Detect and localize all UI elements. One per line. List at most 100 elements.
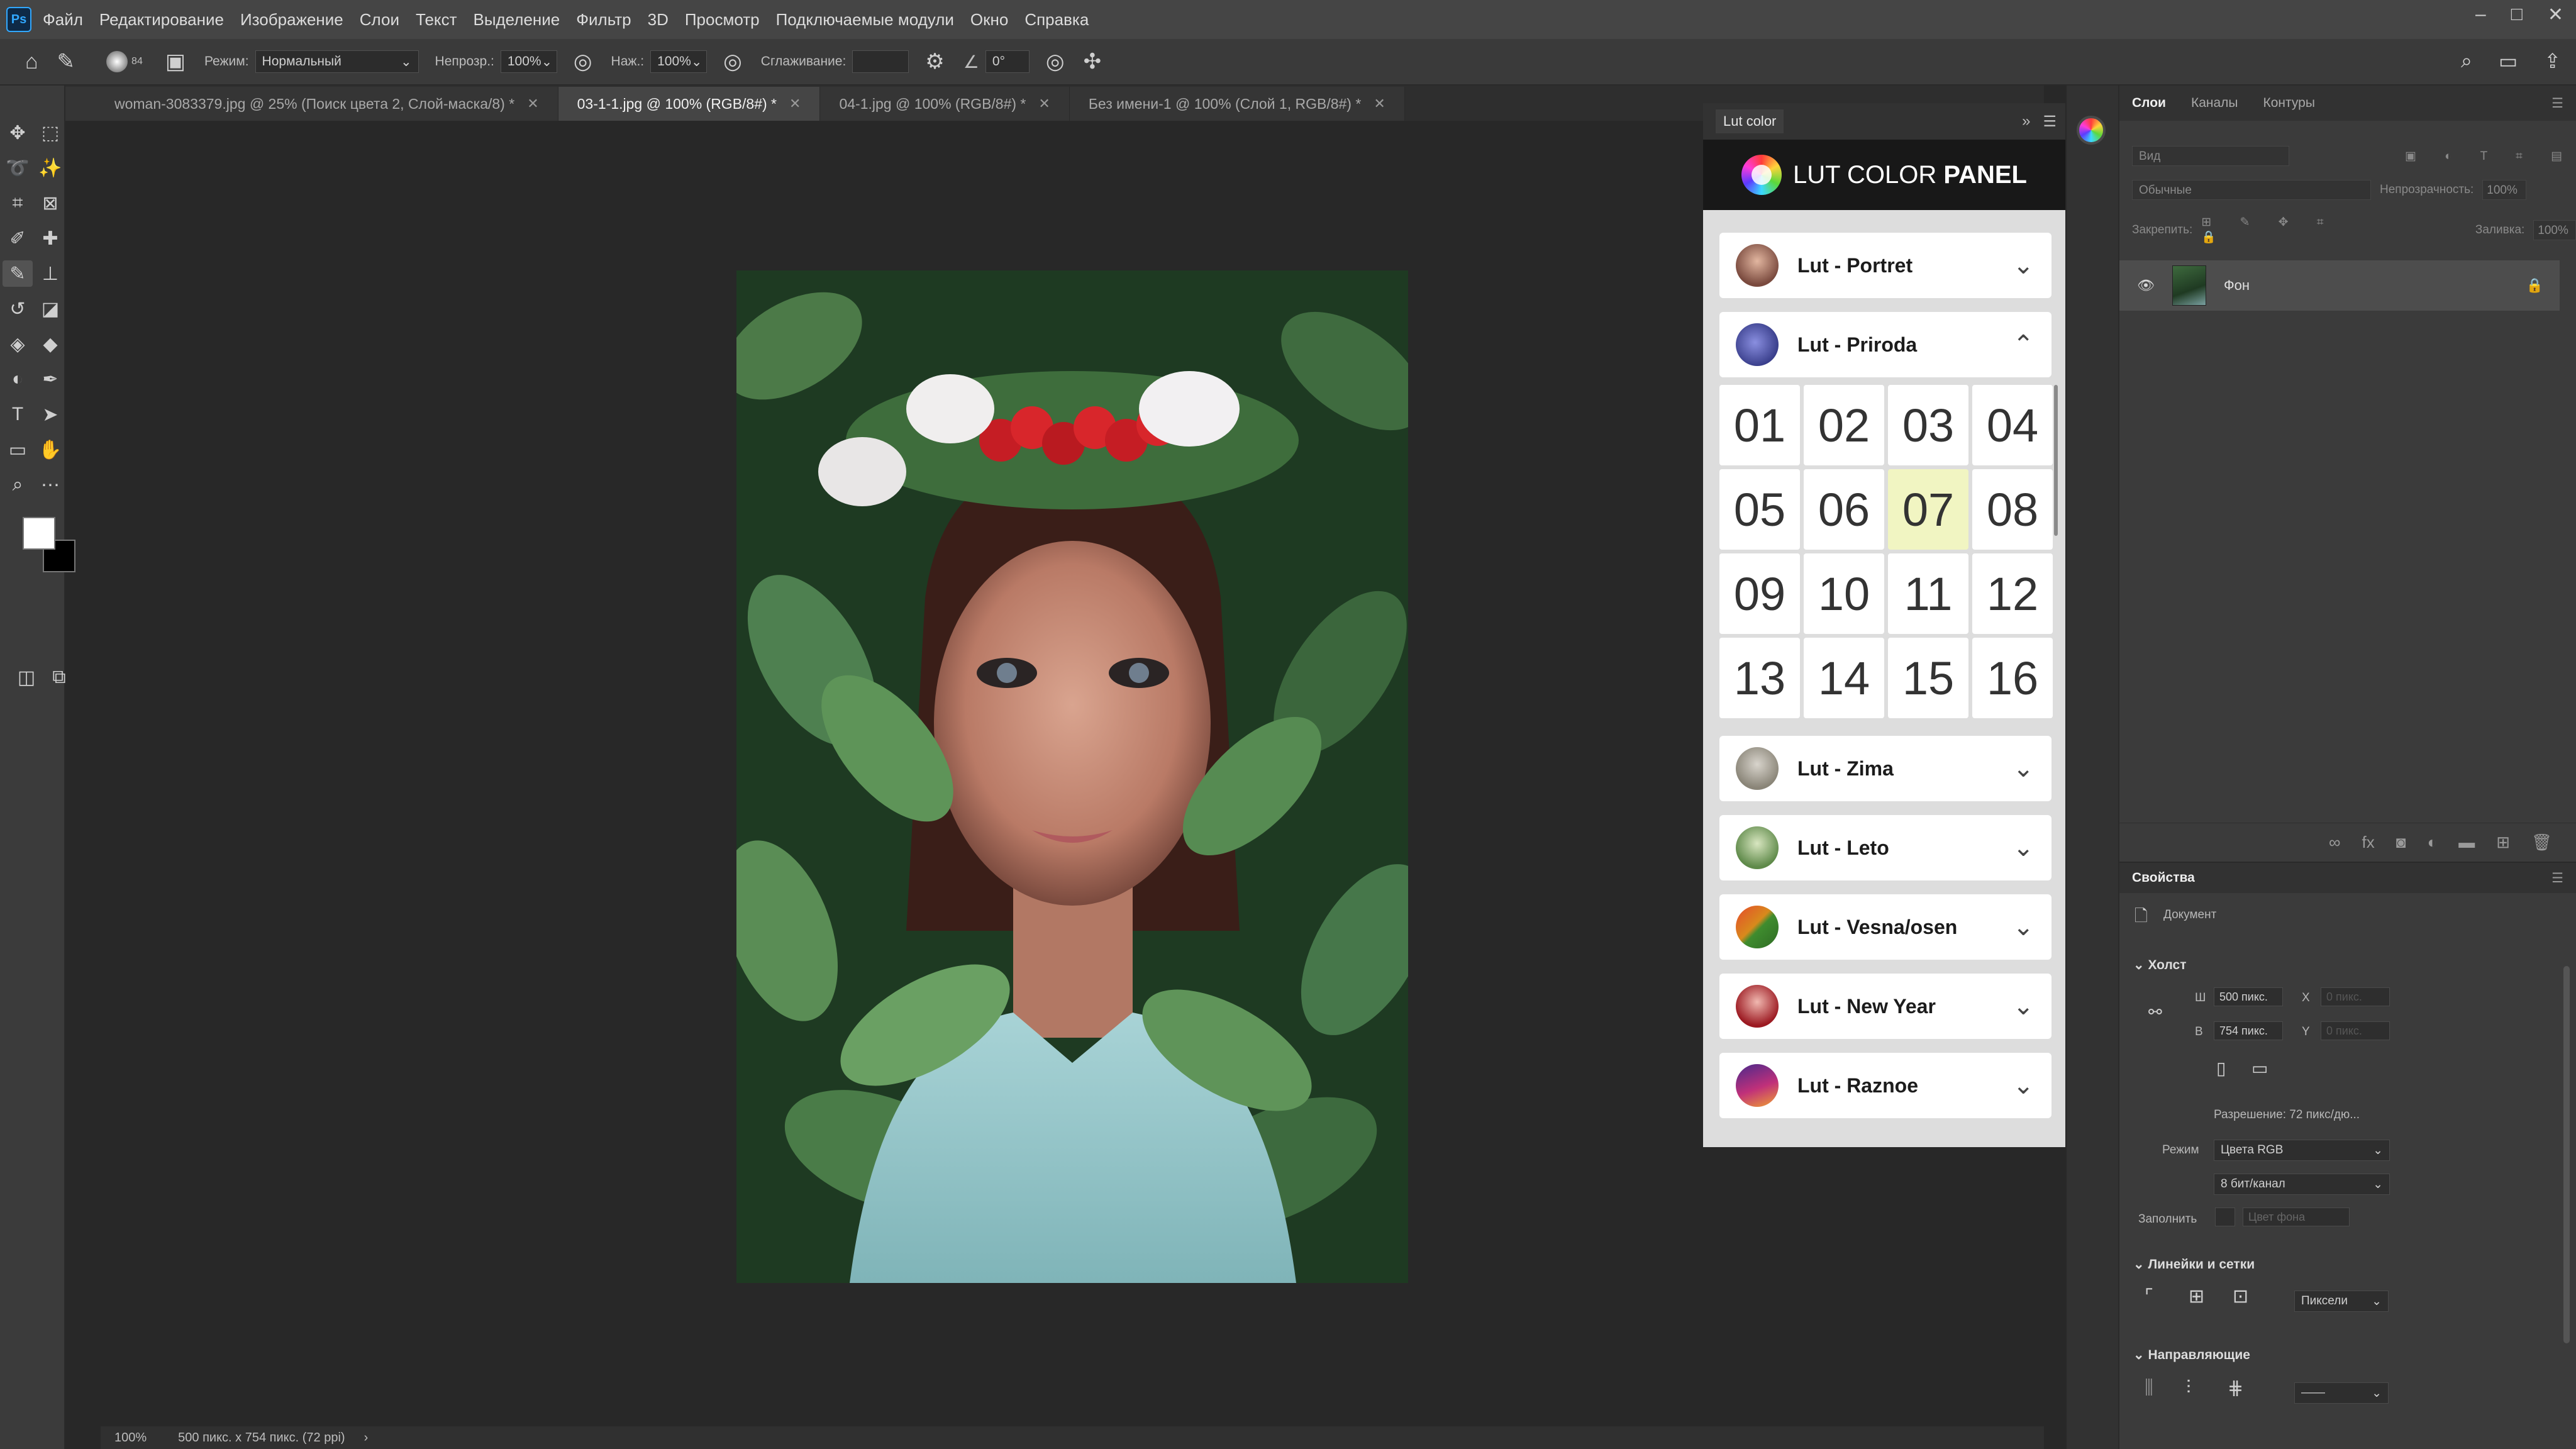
brush-settings-icon[interactable]: ▣ [165,49,186,74]
menu-select[interactable]: Выделение [473,10,560,30]
pixel-grid-icon[interactable]: ⊡ [2233,1285,2248,1307]
lut-preset-08[interactable]: 08 [1972,469,2053,550]
lut-preset-11[interactable]: 11 [1888,553,1968,634]
lut-preset-10[interactable]: 10 [1804,553,1884,634]
status-arrow[interactable]: › [364,1431,369,1445]
lut-preset-06[interactable]: 06 [1804,469,1884,550]
chevron-down-icon[interactable]: ⌄ [2012,754,2034,783]
doc-tab-untitled[interactable]: Без имени-1 @ 100% (Слой 1, RGB/8#) * ✕ [1069,87,1405,121]
chevron-down-icon[interactable]: ⌄ [2012,992,2034,1021]
lut-grid-scrollbar[interactable] [2054,385,2058,536]
doc-tab-woman[interactable]: woman-3083379.jpg @ 25% (Поиск цвета 2, … [65,87,558,121]
blur-tool-icon[interactable]: ◆ [35,331,65,357]
brush-tool-icon[interactable]: ✎ [57,49,75,74]
color-mode-select[interactable]: Цвета RGB ⌄ [2214,1140,2390,1161]
fx-icon[interactable]: fx [2362,833,2375,852]
guides-section-header[interactable]: ⌄ Направляющие [2133,1347,2250,1363]
layer-row-background[interactable]: 👁 Фон 🔒 [2119,260,2560,311]
link-layers-icon[interactable]: ∞ [2329,833,2341,852]
lut-preset-07[interactable]: 07 [1888,469,1968,550]
chevron-down-icon[interactable]: ⌄ [2012,1071,2034,1100]
workspace-icon[interactable]: ▭ [2499,49,2518,73]
fill-select[interactable]: Цвет фона [2243,1208,2350,1226]
frame-tool-icon[interactable]: ⊠ [35,190,65,216]
lasso-tool-icon[interactable]: ➰ [3,155,33,181]
tab-layers[interactable]: Слои [2132,96,2166,111]
panel-menu-icon[interactable]: ☰ [2551,96,2563,111]
pressure-size-icon[interactable]: ◎ [1046,49,1065,74]
rulers-section-header[interactable]: ⌄ Линейки и сетки [2133,1257,2255,1272]
canvas-section-header[interactable]: ⌄ Холст [2133,957,2187,973]
panel-menu-icon[interactable]: ☰ [2043,113,2057,131]
layer-search-input[interactable]: Вид [2132,146,2289,166]
guide-layout-icon[interactable]: ⋕ [2228,1377,2243,1399]
menu-view[interactable]: Просмотр [685,10,760,30]
symmetry-icon[interactable]: ✣ [1084,49,1102,74]
adjustment-layer-icon[interactable]: ◐ [2427,833,2437,852]
link-icon[interactable]: ⚯ [2148,1002,2162,1022]
eyedropper-icon[interactable]: ✐ [3,225,33,252]
lut-panel-tab[interactable]: Lut color [1716,109,1784,133]
lut-preset-15[interactable]: 15 [1888,638,1968,718]
lut-section-raznoe[interactable]: Lut - Raznoe ⌄ [1719,1053,2051,1118]
close-icon[interactable]: ✕ [527,96,538,112]
menu-3d[interactable]: 3D [648,10,669,30]
paint-bucket-icon[interactable]: ◈ [3,331,33,357]
tab-paths[interactable]: Контуры [2263,96,2315,111]
new-group-icon[interactable]: ▬ [2458,833,2475,852]
collapse-icon[interactable]: » [2022,113,2030,131]
pressure-opacity-icon[interactable]: ◎ [574,49,592,74]
menu-text[interactable]: Текст [416,10,457,30]
bit-depth-select[interactable]: 8 бит/канал ⌄ [2214,1174,2390,1195]
fill-field[interactable]: 100% [2533,219,2576,240]
menu-edit[interactable]: Редактирование [99,10,224,30]
layer-opacity-field[interactable]: 100% [2482,180,2527,200]
eraser-icon[interactable]: ◪ [35,296,65,322]
properties-title[interactable]: Свойства [2132,870,2195,886]
close-icon[interactable]: ✕ [789,96,801,112]
lut-preset-03[interactable]: 03 [1888,385,1968,465]
crop-tool-icon[interactable]: ⌗ [3,190,33,216]
zoom-tool-icon[interactable]: ⌕ [3,472,33,498]
eye-icon[interactable]: 👁 [2137,277,2155,294]
menu-help[interactable]: Справка [1024,10,1089,30]
shape-tool-icon[interactable]: ▭ [3,436,33,463]
more-tools-icon[interactable]: ⋯ [35,472,65,498]
lut-preset-05[interactable]: 05 [1719,469,1800,550]
history-brush-icon[interactable]: ↺ [3,296,33,322]
lut-section-portret[interactable]: Lut - Portret ⌄ [1719,233,2051,298]
dodge-tool-icon[interactable]: ◐ [3,366,33,392]
chevron-down-icon[interactable]: ⌄ [2012,913,2034,941]
lut-preset-04[interactable]: 04 [1972,385,2053,465]
y-field[interactable]: 0 пикс. [2321,1021,2390,1040]
fill-color-swatch[interactable] [2215,1208,2235,1226]
brush-tool-icon[interactable]: ✎ [3,260,33,287]
guide-align-icon[interactable]: ⫼ [2145,1377,2153,1399]
lut-section-new-year[interactable]: Lut - New Year ⌄ [1719,974,2051,1039]
menu-image[interactable]: Изображение [240,10,343,30]
properties-scrollbar[interactable] [2563,966,2570,1343]
path-select-icon[interactable]: ➤ [35,401,65,428]
add-mask-icon[interactable]: ◙ [2396,833,2406,852]
lut-preset-01[interactable]: 01 [1719,385,1800,465]
opacity-field[interactable]: 100% ⌄ [500,50,557,73]
type-tool-icon[interactable]: T [3,401,33,428]
lut-section-priroda[interactable]: Lut - Priroda ⌃ [1719,312,2051,377]
lut-section-vesna-osen[interactable]: Lut - Vesna/osen ⌄ [1719,894,2051,960]
close-icon[interactable]: ✕ [1374,96,1385,112]
close-button[interactable]: ✕ [2548,4,2563,26]
lut-preset-12[interactable]: 12 [1972,553,2053,634]
panel-menu-icon[interactable]: ☰ [2551,870,2563,886]
close-icon[interactable]: ✕ [1038,96,1050,112]
filter-icons[interactable]: ▣ ◐ T ⌗ ▤ [2405,149,2575,164]
home-icon[interactable]: ⌂ [25,50,38,74]
guide-distribute-icon[interactable]: ⫶ [2186,1377,2191,1399]
lock-icon[interactable]: 🔒 [2526,277,2543,294]
screen-mode-icon[interactable]: ⧉ [44,664,74,691]
delete-layer-icon[interactable]: 🗑 [2531,833,2552,852]
mode-select[interactable]: Нормальный ⌄ [255,50,419,73]
units-select[interactable]: Пиксели ⌄ [2294,1291,2389,1312]
menu-layers[interactable]: Слои [360,10,399,30]
search-icon[interactable]: ⌕ [2461,49,2472,73]
magic-wand-icon[interactable]: ✨ [35,155,65,181]
